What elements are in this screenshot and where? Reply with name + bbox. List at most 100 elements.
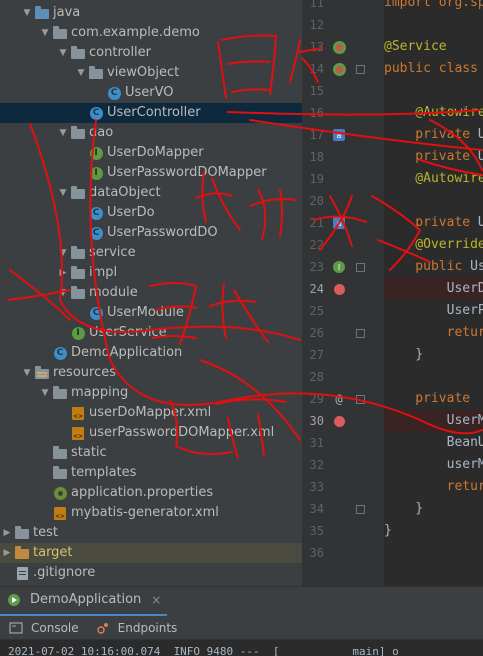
run-tab-demo-application[interactable]: DemoApplication ×	[0, 587, 168, 617]
line-number[interactable]: 36	[302, 542, 324, 564]
code-line[interactable]: UserPas	[384, 300, 483, 322]
line-number[interactable]: 26	[302, 322, 324, 344]
code-line[interactable]: @Autowired	[384, 168, 483, 190]
tree-item[interactable]: C UserDo	[0, 203, 302, 223]
tree-item[interactable]: ▶ test	[0, 523, 302, 543]
line-number[interactable]: 16	[302, 102, 324, 124]
line-number[interactable]: 28	[302, 366, 324, 388]
tree-item[interactable]: ▼ dao	[0, 123, 302, 143]
tree-item[interactable]: ▼ service	[0, 243, 302, 263]
tree-item[interactable]: application.properties	[0, 483, 302, 503]
line-number[interactable]: 19	[302, 168, 324, 190]
tree-item[interactable]: ▼ viewObject	[0, 63, 302, 83]
code-line[interactable]: private Use	[384, 146, 483, 168]
line-number[interactable]: 25	[302, 300, 324, 322]
tree-item[interactable]: ▼ java	[0, 3, 302, 23]
tree-expand-arrow-icon[interactable]: ▼	[20, 3, 34, 23]
code-line[interactable]: private Us	[384, 388, 483, 410]
code-line[interactable]: UserMod	[384, 410, 483, 432]
tree-item[interactable]: <> mybatis-generator.xml	[0, 503, 302, 523]
fold-toggle-icon[interactable]	[356, 65, 365, 74]
line-number[interactable]: 15	[302, 80, 324, 102]
code-line[interactable]	[384, 190, 483, 212]
code-line[interactable]: @Service	[384, 36, 483, 58]
fold-toggle-icon[interactable]	[356, 505, 365, 514]
tree-item[interactable]: ▼ controller	[0, 43, 302, 63]
breakpoint-icon[interactable]	[332, 282, 346, 296]
tree-item[interactable]: C DemoApplication	[0, 343, 302, 363]
code-line[interactable]: BeanUti	[384, 432, 483, 454]
line-number[interactable]: 34	[302, 498, 324, 520]
tree-expand-arrow-icon[interactable]: ▼	[56, 123, 70, 143]
line-number[interactable]: 12	[302, 14, 324, 36]
code-line[interactable]: private Use	[384, 212, 483, 234]
code-line[interactable]: public User	[384, 256, 483, 278]
code-line[interactable]	[384, 80, 483, 102]
tree-item[interactable]: C UserController	[0, 103, 302, 123]
code-line[interactable]: }	[384, 520, 483, 542]
fold-toggle-icon[interactable]	[356, 263, 365, 272]
tree-expand-arrow-icon[interactable]: ▼	[56, 283, 70, 303]
line-number[interactable]: 29	[302, 388, 324, 410]
tree-item[interactable]: C UserVO	[0, 83, 302, 103]
code-line[interactable]: @Autowired	[384, 102, 483, 124]
code-line[interactable]: UserDo	[384, 278, 483, 300]
code-line[interactable]: @Override	[384, 234, 483, 256]
tree-item[interactable]: ▶ impl	[0, 263, 302, 283]
line-number[interactable]: 20	[302, 190, 324, 212]
line-number[interactable]: 17	[302, 124, 324, 146]
tree-item[interactable]: static	[0, 443, 302, 463]
autowired-navigation-icon[interactable]: a	[332, 128, 346, 142]
tree-expand-arrow-icon[interactable]: ▼	[20, 363, 34, 383]
line-number[interactable]: 18	[302, 146, 324, 168]
breakpoint-icon[interactable]	[332, 414, 346, 428]
tree-expand-arrow-icon[interactable]: ▼	[56, 243, 70, 263]
tree-item[interactable]: C UserModule	[0, 303, 302, 323]
override-method-icon[interactable]: I	[332, 260, 346, 274]
tree-item[interactable]: ▼ dataObject	[0, 183, 302, 203]
code-line[interactable]: import org.spri	[384, 0, 483, 14]
tree-item[interactable]: <> userDoMapper.xml	[0, 403, 302, 423]
tree-item[interactable]: <> userPasswordDOMapper.xml	[0, 423, 302, 443]
tree-item[interactable]: ▼ module	[0, 283, 302, 303]
code-line[interactable]	[384, 14, 483, 36]
tree-item[interactable]: ▼ com.example.demo	[0, 23, 302, 43]
line-number[interactable]: 22	[302, 234, 324, 256]
console-tab[interactable]: Console	[0, 616, 87, 640]
endpoints-tab[interactable]: Endpoints	[87, 616, 186, 640]
tree-item[interactable]: C UserPasswordDO	[0, 223, 302, 243]
code-line[interactable]: userMod	[384, 454, 483, 476]
tree-expand-arrow-icon[interactable]: ▶	[0, 523, 14, 543]
code-line[interactable]	[384, 366, 483, 388]
line-number[interactable]: 35	[302, 520, 324, 542]
fold-toggle-icon[interactable]	[356, 395, 365, 404]
line-number[interactable]: 11	[302, 0, 324, 14]
code-line[interactable]	[384, 542, 483, 564]
line-number[interactable]: 33	[302, 476, 324, 498]
tree-expand-arrow-icon[interactable]: ▼	[56, 183, 70, 203]
tree-expand-arrow-icon[interactable]: ▼	[56, 43, 70, 63]
tree-expand-arrow-icon[interactable]: ▼	[38, 23, 52, 43]
line-number[interactable]: 21	[302, 212, 324, 234]
code-editor[interactable]: import org.spri @Service public class Us @…	[384, 0, 483, 586]
line-number[interactable]: 32	[302, 454, 324, 476]
code-line[interactable]: return	[384, 322, 483, 344]
tree-expand-arrow-icon[interactable]: ▼	[74, 63, 88, 83]
tree-item[interactable]: ▼ mapping	[0, 383, 302, 403]
tree-item[interactable]: I UserService	[0, 323, 302, 343]
console-output[interactable]: 2021-07-02 10:16:00.074 INFO 9480 --- [ …	[0, 641, 483, 656]
tree-expand-arrow-icon[interactable]: ▶	[56, 263, 70, 283]
line-number[interactable]: 31	[302, 432, 324, 454]
spring-bean-icon[interactable]	[332, 62, 346, 76]
tree-item[interactable]: .gitignore	[0, 563, 302, 583]
tree-item[interactable]: I UserPasswordDOMapper	[0, 163, 302, 183]
spring-bean-icon[interactable]	[332, 40, 346, 54]
line-number[interactable]: 13	[302, 36, 324, 58]
close-tab-icon[interactable]: ×	[151, 593, 161, 607]
tree-expand-arrow-icon[interactable]: ▶	[0, 543, 14, 563]
line-number[interactable]: 27	[302, 344, 324, 366]
autowired-navigation-icon[interactable]: a	[332, 216, 346, 230]
code-line[interactable]: public class Us	[384, 58, 483, 80]
fold-toggle-icon[interactable]	[356, 329, 365, 338]
code-line[interactable]: }	[384, 498, 483, 520]
